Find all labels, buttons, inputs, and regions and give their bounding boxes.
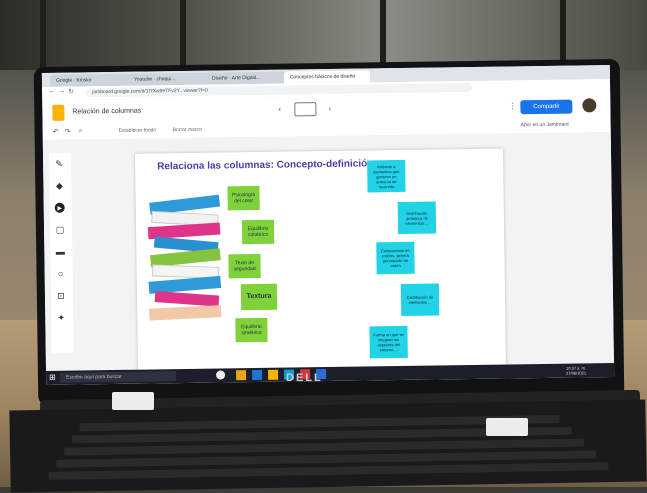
sticky-note-green[interactable]: Equilibrio simétrico bbox=[235, 317, 268, 343]
redo-icon[interactable]: ↷ bbox=[65, 128, 71, 136]
screen-clip bbox=[112, 392, 154, 410]
laptop-screen: Google · Kiosko Youtube · chaqui... Dise… bbox=[41, 65, 615, 385]
start-icon[interactable]: ⊞ bbox=[49, 373, 56, 382]
chrome-icon[interactable] bbox=[268, 369, 279, 380]
edge-icon[interactable] bbox=[252, 369, 263, 381]
sticky-note-green[interactable]: Equilibrio simétrico bbox=[241, 219, 275, 245]
taskbar-clock: 10:37 a. m. 27/06/2021 bbox=[566, 365, 586, 375]
browser-tab[interactable]: Youtube · chaqui... bbox=[127, 72, 209, 86]
pen-icon[interactable]: ✎ bbox=[54, 159, 64, 169]
zoom-icon[interactable]: ⌕ bbox=[79, 127, 83, 135]
undo-icon[interactable]: ↶ bbox=[53, 128, 59, 136]
back-icon[interactable]: ← bbox=[48, 88, 55, 95]
clock-date: 27/06/2021 bbox=[566, 370, 587, 376]
sticky-note-green[interactable]: Psicología del color bbox=[227, 185, 260, 211]
text-box-icon[interactable]: ⊡ bbox=[56, 291, 66, 301]
browser-tab[interactable]: Google · Kiosko bbox=[49, 73, 131, 87]
open-in-jamboard-link[interactable]: Abrir en un Jamboard bbox=[521, 122, 569, 129]
sticky-note-green[interactable]: Texto de seguridad bbox=[228, 253, 261, 279]
reload-icon[interactable]: ↻ bbox=[68, 88, 74, 96]
image-icon[interactable]: ▬ bbox=[55, 247, 65, 257]
laptop-keyboard-deck bbox=[9, 399, 647, 493]
circle-icon[interactable]: ○ bbox=[56, 269, 66, 279]
frame-bar-icon[interactable] bbox=[294, 102, 317, 117]
prev-frame-icon[interactable]: ‹ bbox=[278, 105, 281, 114]
cortana-icon[interactable] bbox=[216, 370, 226, 380]
share-button[interactable]: Compartir bbox=[520, 99, 573, 115]
eraser-icon[interactable]: ◆ bbox=[54, 181, 64, 191]
laser-icon[interactable]: ✦ bbox=[56, 313, 66, 323]
sticky-note-green[interactable]: Textura bbox=[240, 283, 278, 311]
books-illustration bbox=[147, 194, 222, 321]
set-background-button[interactable]: Establecer fondo bbox=[119, 127, 157, 134]
document-title[interactable]: Relación de columnas bbox=[72, 108, 141, 116]
file-explorer-icon[interactable] bbox=[236, 370, 247, 381]
sticky-note-blue[interactable]: Composición en rostros, genera percepció… bbox=[376, 241, 415, 275]
browser-tab[interactable]: Diseño · Arte Digital... bbox=[205, 71, 287, 85]
jamboard-logo-icon bbox=[52, 104, 65, 121]
clear-frame-button[interactable]: Borrar marco bbox=[173, 127, 202, 133]
sticky-note-blue[interactable]: Distribución armónica de elementos ... bbox=[397, 201, 437, 235]
more-options-icon[interactable]: ⋮ bbox=[508, 101, 516, 110]
avatar[interactable] bbox=[582, 98, 597, 113]
select-icon[interactable]: ▸ bbox=[54, 202, 65, 213]
sticky-note-blue[interactable]: Distribución de elementos ... bbox=[400, 283, 440, 316]
tool-rail: ✎ ◆ ▸ ▢ ▬ ○ ⊡ ✦ bbox=[48, 152, 74, 353]
sticky-note-blue[interactable]: Atrévete a elementos que generen un armo… bbox=[367, 159, 406, 193]
next-frame-icon[interactable]: › bbox=[328, 104, 331, 113]
sticky-note-blue[interactable]: Forma en que se integran los aspectos de… bbox=[369, 325, 408, 359]
sticky-note-icon[interactable]: ▢ bbox=[55, 225, 65, 235]
forward-icon[interactable]: → bbox=[58, 88, 65, 95]
screen-clip bbox=[486, 418, 528, 436]
window-frame bbox=[380, 0, 386, 70]
slide-title: Relaciona las columnas: Concepto-definic… bbox=[157, 158, 374, 173]
taskbar-search[interactable]: Escribe aquí para buscar bbox=[60, 371, 177, 383]
window-frame bbox=[40, 0, 46, 70]
jam-frame: Relaciona las columnas: Concepto-definic… bbox=[134, 148, 507, 374]
laptop-brand-logo: DELL bbox=[286, 372, 323, 384]
window-frame bbox=[180, 0, 186, 70]
